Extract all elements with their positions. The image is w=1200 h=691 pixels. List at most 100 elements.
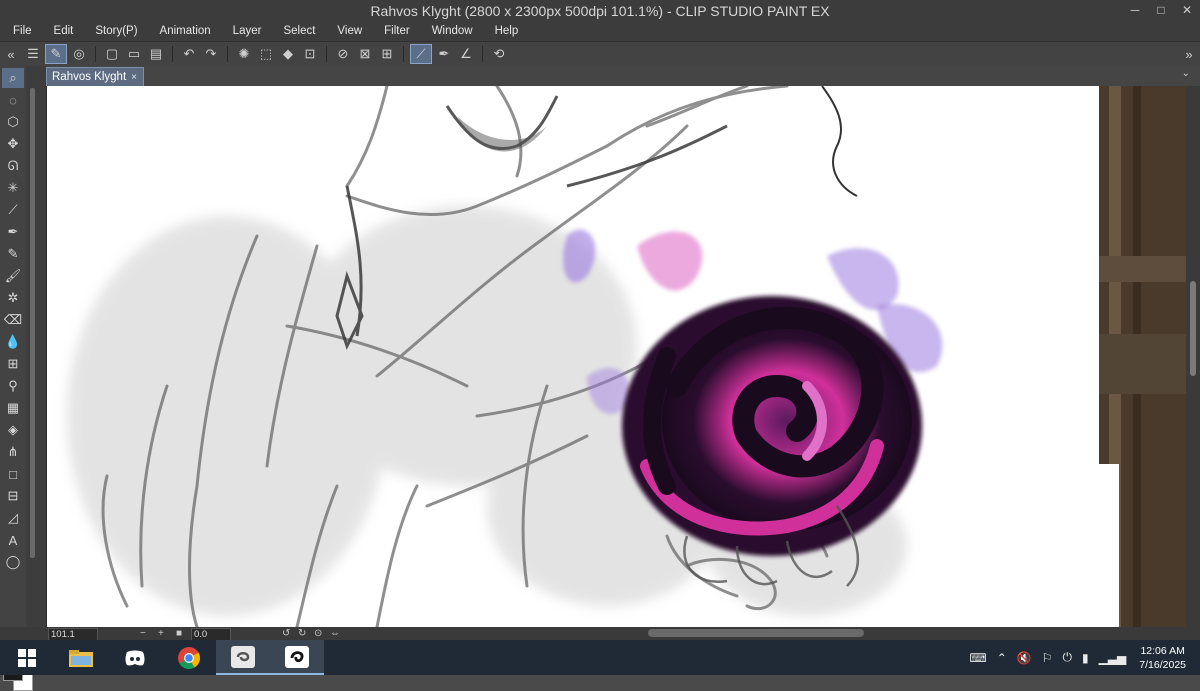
object-tool-icon[interactable]: ⬡ — [2, 112, 24, 132]
menu-window[interactable]: Window — [419, 25, 482, 37]
fill-tool-icon[interactable]: ⊞ — [2, 354, 24, 374]
text-tool-icon[interactable]: A — [2, 530, 24, 550]
move-tool-icon[interactable]: ✥ — [2, 134, 24, 154]
toolbar-divider — [403, 46, 404, 62]
zoom-out-icon[interactable]: − — [140, 628, 146, 639]
rotate-right-icon[interactable]: ↻ — [298, 628, 306, 639]
gradient-tool-icon[interactable]: ▦ — [2, 398, 24, 418]
canvas-area[interactable] — [47, 86, 1196, 627]
chrome-icon[interactable] — [162, 640, 216, 675]
horizontal-scroll-thumb[interactable] — [648, 629, 864, 637]
keyboard-icon[interactable]: ⌨ — [969, 651, 986, 665]
window-controls: ─ □ ✕ — [1122, 0, 1200, 21]
power-plug-icon[interactable]: ⏻ — [1062, 650, 1072, 665]
pillar-band — [1099, 334, 1196, 394]
ruler-tool-icon[interactable]: ◿ — [2, 508, 24, 528]
reset-rotation-icon[interactable]: ⊙ — [314, 628, 322, 639]
figure-tool-icon[interactable]: □ — [2, 464, 24, 484]
blend-tool-icon[interactable]: 💧 — [2, 332, 24, 352]
clip-studio-paint-taskbar-icon[interactable] — [270, 640, 324, 675]
decoration-tool-icon[interactable]: ✲ — [2, 288, 24, 308]
fill-icon[interactable]: ◆ — [278, 45, 298, 63]
toolbar-divider — [482, 46, 483, 62]
menu-story[interactable]: Story(P) — [82, 25, 146, 37]
system-tray: ⌨ ⌃ 🔇 ⚐ ⏻ ▮ ▁▃▅ 12:06 AM 7/16/2025 — [964, 640, 1200, 675]
ruler-snap-icon[interactable]: ⊘ — [333, 45, 353, 63]
tool-palette: ⌕ ◌ ⬡ ✥ ᘏ ✳ ⟋ ✒ ✎ 🖌 ✲ ⌫ 💧 ⊞ ⚲ ▦ ◈ ⋔ □ ⊟ … — [0, 66, 33, 691]
collapse-left-icon[interactable]: « — [1, 45, 21, 63]
fit-view-icon[interactable]: ■ — [176, 628, 182, 639]
eyedropper-icon[interactable]: ⟋ — [2, 200, 24, 220]
brush-tool-icon[interactable]: 🖌 — [2, 266, 24, 286]
save-icon[interactable]: ▤ — [146, 45, 166, 63]
menu-edit[interactable]: Edit — [41, 25, 83, 37]
menu-filter[interactable]: Filter — [371, 25, 419, 37]
menu-file[interactable]: File — [0, 25, 41, 37]
toolbar-divider — [326, 46, 327, 62]
windows-start-icon[interactable] — [0, 640, 54, 675]
chevron-down-icon[interactable]: ⌄ — [1182, 68, 1190, 79]
vertical-scrollbar[interactable] — [1186, 86, 1200, 627]
menu-select[interactable]: Select — [270, 25, 324, 37]
balloon-tool-icon[interactable]: ◯ — [2, 552, 24, 572]
pencil-tool-icon[interactable]: ✎ — [2, 244, 24, 264]
toolbar-divider — [95, 46, 96, 62]
maximize-button[interactable]: □ — [1148, 0, 1174, 21]
open-folder-icon[interactable]: ▭ — [124, 45, 144, 63]
title-bar: Rahvos Klyght (2800 x 2300px 500dpi 101.… — [0, 0, 1200, 21]
stabilization-icon[interactable]: ⟋ — [410, 44, 432, 64]
tab-close-icon[interactable]: × — [131, 72, 137, 83]
brush-angle-icon[interactable]: ∠ — [456, 45, 476, 63]
crop-icon[interactable]: ⊡ — [300, 45, 320, 63]
clock-date: 7/16/2025 — [1139, 658, 1186, 671]
network-icon[interactable]: ▁▃▅ — [1099, 651, 1127, 665]
chevron-up-icon[interactable]: ⌃ — [997, 651, 1007, 665]
file-explorer-icon[interactable] — [54, 640, 108, 675]
menu-help[interactable]: Help — [482, 25, 528, 37]
redo-icon[interactable]: ↷ — [201, 45, 221, 63]
clip-studio-taskbar-icon[interactable] — [216, 640, 270, 675]
bucket-tool-icon[interactable]: ◈ — [2, 420, 24, 440]
pillar-band — [1099, 256, 1196, 282]
frame-border-icon[interactable]: ⊟ — [2, 486, 24, 506]
lasso-selection-icon[interactable]: ◌ — [2, 90, 24, 110]
new-file-icon[interactable]: ▢ — [102, 45, 122, 63]
menu-animation[interactable]: Animation — [147, 25, 220, 37]
tool-scrollbar[interactable] — [30, 88, 35, 558]
flip-horizontal-icon[interactable]: ⇔ — [330, 628, 340, 639]
close-button[interactable]: ✕ — [1174, 0, 1200, 21]
clear-selection-icon[interactable]: ✺ — [234, 45, 254, 63]
document-tab-bar: Rahvos Klyght × ⌄ — [46, 66, 1200, 86]
zoom-tool-icon[interactable]: ⌕ — [2, 68, 24, 88]
clock[interactable]: 12:06 AM 7/16/2025 — [1139, 644, 1186, 672]
security-icon[interactable]: ⚐ — [1042, 651, 1053, 665]
edit-mode-icon[interactable]: ✎ — [45, 44, 67, 64]
hamburger-menu-icon[interactable]: ☰ — [23, 45, 43, 63]
brush-pressure-icon[interactable]: ✒ — [434, 45, 454, 63]
transform-icon[interactable]: ⬚ — [256, 45, 276, 63]
auto-select-icon[interactable]: ✳ — [2, 178, 24, 198]
minimize-button[interactable]: ─ — [1122, 0, 1148, 21]
menu-layer[interactable]: Layer — [220, 25, 271, 37]
grid-snap-icon[interactable]: ⊞ — [377, 45, 397, 63]
lasso-tool-icon[interactable]: ᘏ — [2, 156, 24, 176]
grass-brush-icon[interactable]: ⋔ — [2, 442, 24, 462]
collapse-right-icon[interactable]: » — [1179, 45, 1199, 63]
pen-tool-icon[interactable]: ✒ — [2, 222, 24, 242]
volume-muted-icon[interactable]: 🔇 — [1017, 651, 1032, 665]
discord-icon[interactable] — [108, 640, 162, 675]
menu-view[interactable]: View — [324, 25, 371, 37]
special-ruler-snap-icon[interactable]: ⊠ — [355, 45, 375, 63]
eraser-tool-icon[interactable]: ⌫ — [2, 310, 24, 330]
clip-studio-icon[interactable]: ◎ — [69, 45, 89, 63]
battery-icon[interactable]: ▮ — [1082, 651, 1089, 665]
tab-rahvos-klyght[interactable]: Rahvos Klyght × — [46, 67, 144, 86]
sub-tool-strip — [26, 66, 47, 636]
rotate-left-icon[interactable]: ↺ — [282, 628, 290, 639]
airbrush-tool-icon[interactable]: ⚲ — [2, 376, 24, 396]
companion-icon[interactable]: ⟲ — [489, 45, 509, 63]
canvas-artwork[interactable] — [47, 86, 1196, 627]
undo-icon[interactable]: ↶ — [179, 45, 199, 63]
vertical-scroll-thumb[interactable] — [1190, 281, 1196, 376]
zoom-in-icon[interactable]: + — [158, 628, 164, 639]
